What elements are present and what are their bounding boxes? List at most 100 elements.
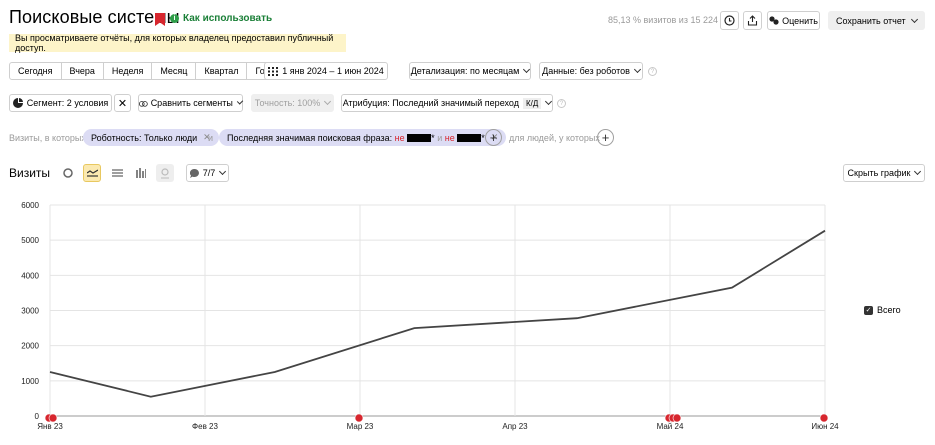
annotation-marker	[354, 413, 364, 423]
save-report-dropdown[interactable]: Сохранить отчет	[828, 11, 925, 30]
how-to-label: Как использовать	[183, 13, 273, 24]
comment-icon	[189, 168, 199, 178]
bookmark-icon[interactable]	[155, 13, 165, 26]
period-month[interactable]: Месяц	[152, 63, 197, 79]
compare-label: Сравнить сегменты	[150, 98, 233, 108]
attribution-badge: К/Д	[522, 97, 542, 109]
negation-label: не	[444, 132, 455, 143]
period-yesterday[interactable]: Вчера	[62, 63, 104, 79]
or-label: и	[437, 132, 443, 143]
x-tick-label: Янв 23	[37, 422, 63, 431]
metrics-counter: 7/7	[202, 168, 216, 178]
compare-segments-dropdown[interactable]: Сравнить сегменты	[138, 94, 244, 112]
rate-label: Оценить	[782, 15, 818, 26]
redacted-block	[457, 133, 482, 142]
redacted-block	[407, 133, 432, 142]
y-tick-label: 6000	[21, 201, 39, 210]
people-filter-prefix: для людей, у которых	[509, 133, 600, 143]
chevron-down-icon	[910, 15, 919, 23]
export-button[interactable]	[743, 11, 762, 30]
how-to-link[interactable]: i Как использовать	[170, 13, 272, 24]
detail-label: Детализация: по месяцам	[410, 66, 520, 76]
pin-icon	[161, 167, 169, 178]
chevron-down-icon	[324, 97, 332, 106]
clock-icon	[724, 15, 735, 26]
detail-dropdown[interactable]: Детализация: по месяцам	[409, 62, 531, 80]
x-tick-label: Май 24	[657, 422, 684, 431]
data-filter-dropdown[interactable]: Данные: без роботов	[539, 62, 643, 80]
date-range-label: 1 янв 2024 – 1 июн 2024	[282, 66, 384, 76]
add-filter-button[interactable]: +	[485, 129, 502, 146]
pie-segment-icon	[12, 98, 23, 108]
attribution-label: Атрибуция: Последний значимый переход	[342, 98, 519, 108]
compare-icon	[139, 100, 148, 107]
line-chart-icon	[86, 169, 98, 177]
chevron-down-icon	[236, 98, 244, 105]
y-tick-label: 3000	[21, 307, 39, 316]
y-tick-label: 0	[35, 412, 40, 421]
filter-chip-search-phrase[interactable]: Последняя значимая поисковая фраза: не *…	[219, 129, 507, 146]
checkbox-icon: ✓	[864, 305, 873, 315]
area-chart-toggle[interactable]	[108, 164, 126, 182]
metrics-selector[interactable]: 7/7	[186, 164, 229, 182]
clear-segment-button[interactable]: ✕	[114, 94, 131, 112]
line-chart-toggle[interactable]	[83, 164, 101, 182]
visits-share: 85,13 % визитов из 15 224	[608, 15, 718, 25]
x-tick-label: Июн 24	[811, 422, 839, 431]
period-week[interactable]: Неделя	[104, 63, 153, 79]
pie-chart-toggle[interactable]	[59, 164, 77, 182]
chevron-down-icon	[633, 65, 641, 74]
chip-label: Роботность: Только люди	[91, 132, 198, 143]
x-tick-label: Мар 23	[347, 422, 374, 431]
visits-line-chart: 0 1000 2000 3000 4000 5000 6000 Янв 23 Фев 23 Мар…	[21, 201, 839, 431]
chip-label: Последняя значимая поисковая фраза:	[227, 132, 393, 143]
y-tick-label: 1000	[21, 377, 39, 386]
data-filter-label: Данные: без роботов	[542, 66, 630, 76]
y-tick-label: 2000	[21, 342, 39, 351]
speech-bubbles-icon	[769, 16, 779, 25]
segment-label: Сегмент: 2 условия	[26, 98, 109, 108]
help-icon[interactable]: ?	[648, 67, 657, 76]
bar-chart-toggle[interactable]	[132, 164, 150, 182]
y-tick-label: 5000	[21, 236, 39, 245]
chevron-down-icon	[545, 97, 553, 106]
area-chart-icon	[111, 168, 123, 177]
chevron-down-icon	[523, 65, 531, 74]
help-icon[interactable]: ?	[557, 99, 566, 108]
filter-chip-robots[interactable]: Роботность: Только люди ✕	[83, 129, 219, 146]
save-report-label: Сохранить отчет	[836, 15, 906, 26]
x-tick-label: Фев 23	[192, 422, 218, 431]
x-tick-label: Апр 23	[502, 422, 528, 431]
and-label: и	[208, 133, 214, 143]
date-range-picker[interactable]: 1 янв 2024 – 1 июн 2024	[264, 62, 388, 80]
segment-button[interactable]: Сегмент: 2 условия	[9, 94, 112, 112]
hide-chart-label: Скрыть график	[847, 168, 911, 178]
negation-label: не	[394, 132, 405, 143]
visits-filter-prefix: Визиты, в которых	[9, 133, 86, 143]
y-tick-label: 4000	[21, 271, 39, 280]
add-people-filter-button[interactable]: +	[597, 129, 614, 146]
accuracy-label: Точность: 100%	[254, 98, 321, 108]
bar-chart-icon	[136, 168, 146, 178]
period-today[interactable]: Сегодня	[10, 63, 62, 79]
accuracy-dropdown[interactable]: Точность: 100%	[251, 94, 334, 112]
map-chart-toggle[interactable]	[156, 164, 174, 182]
history-button[interactable]	[720, 11, 739, 30]
annotation-marker	[48, 413, 58, 423]
series-line-total	[49, 229, 826, 398]
chevron-down-icon	[219, 167, 227, 176]
annotation-marker	[819, 413, 829, 423]
legend-item-total[interactable]: ✓ Всего	[864, 305, 901, 315]
pie-chart-icon	[63, 168, 73, 178]
rate-button[interactable]: Оценить	[767, 11, 820, 30]
info-icon: i	[170, 14, 179, 23]
period-quarter[interactable]: Квартал	[196, 63, 248, 79]
close-icon: ✕	[117, 97, 128, 110]
annotation-marker	[672, 413, 682, 423]
share-icon	[747, 15, 758, 26]
hide-chart-button[interactable]: Скрыть график	[843, 164, 925, 182]
visits-title: Визиты	[9, 166, 51, 180]
public-access-notice: Вы просматриваете отчёты, для которых вл…	[9, 33, 346, 53]
period-selector: Сегодня Вчера Неделя Месяц Квартал Год	[9, 62, 279, 80]
attribution-dropdown[interactable]: Атрибуция: Последний значимый переход К/…	[341, 94, 553, 112]
